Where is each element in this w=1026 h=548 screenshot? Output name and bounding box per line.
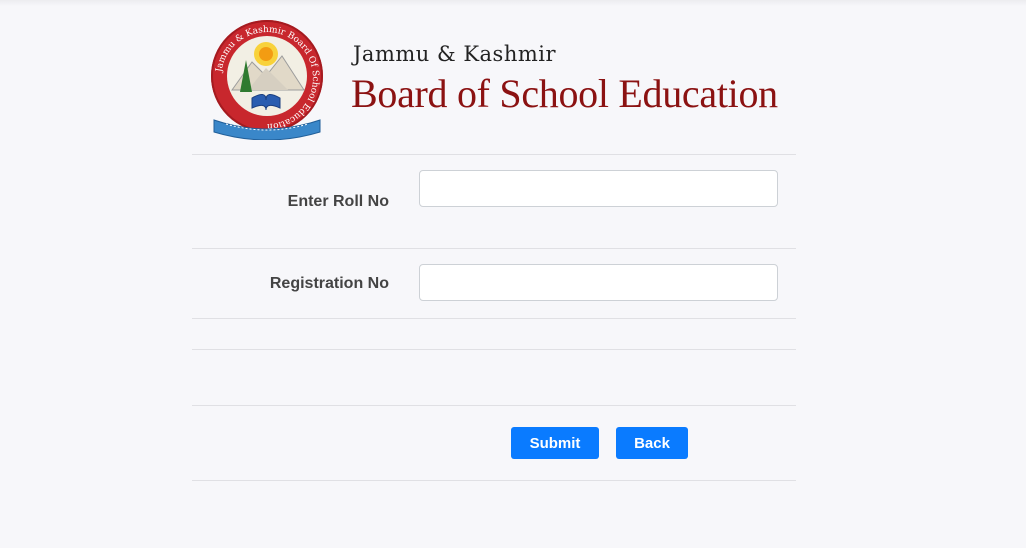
- board-name-line2: Board of School Education: [351, 71, 778, 116]
- board-emblem-logo: Jammu & Kashmir Board Of School Educatio…: [211, 20, 323, 140]
- divider: [192, 248, 796, 249]
- page: Jammu & Kashmir Board Of School Educatio…: [0, 0, 1026, 548]
- back-button[interactable]: Back: [616, 427, 688, 459]
- registration-no-label: Registration No: [269, 275, 389, 292]
- submit-button[interactable]: Submit: [511, 427, 599, 459]
- divider: [192, 318, 796, 319]
- divider: [192, 349, 796, 350]
- registration-no-input[interactable]: [419, 264, 778, 301]
- roll-no-input[interactable]: [419, 170, 778, 207]
- roll-no-label: Enter Roll No: [287, 193, 389, 210]
- divider: [192, 480, 796, 481]
- divider: [192, 154, 796, 155]
- header: Jammu & Kashmir Board Of School Educatio…: [192, 0, 796, 154]
- divider: [192, 405, 796, 406]
- form-container: Jammu & Kashmir Board Of School Educatio…: [192, 0, 796, 481]
- board-name-line1: Jammu & Kashmir: [353, 42, 557, 66]
